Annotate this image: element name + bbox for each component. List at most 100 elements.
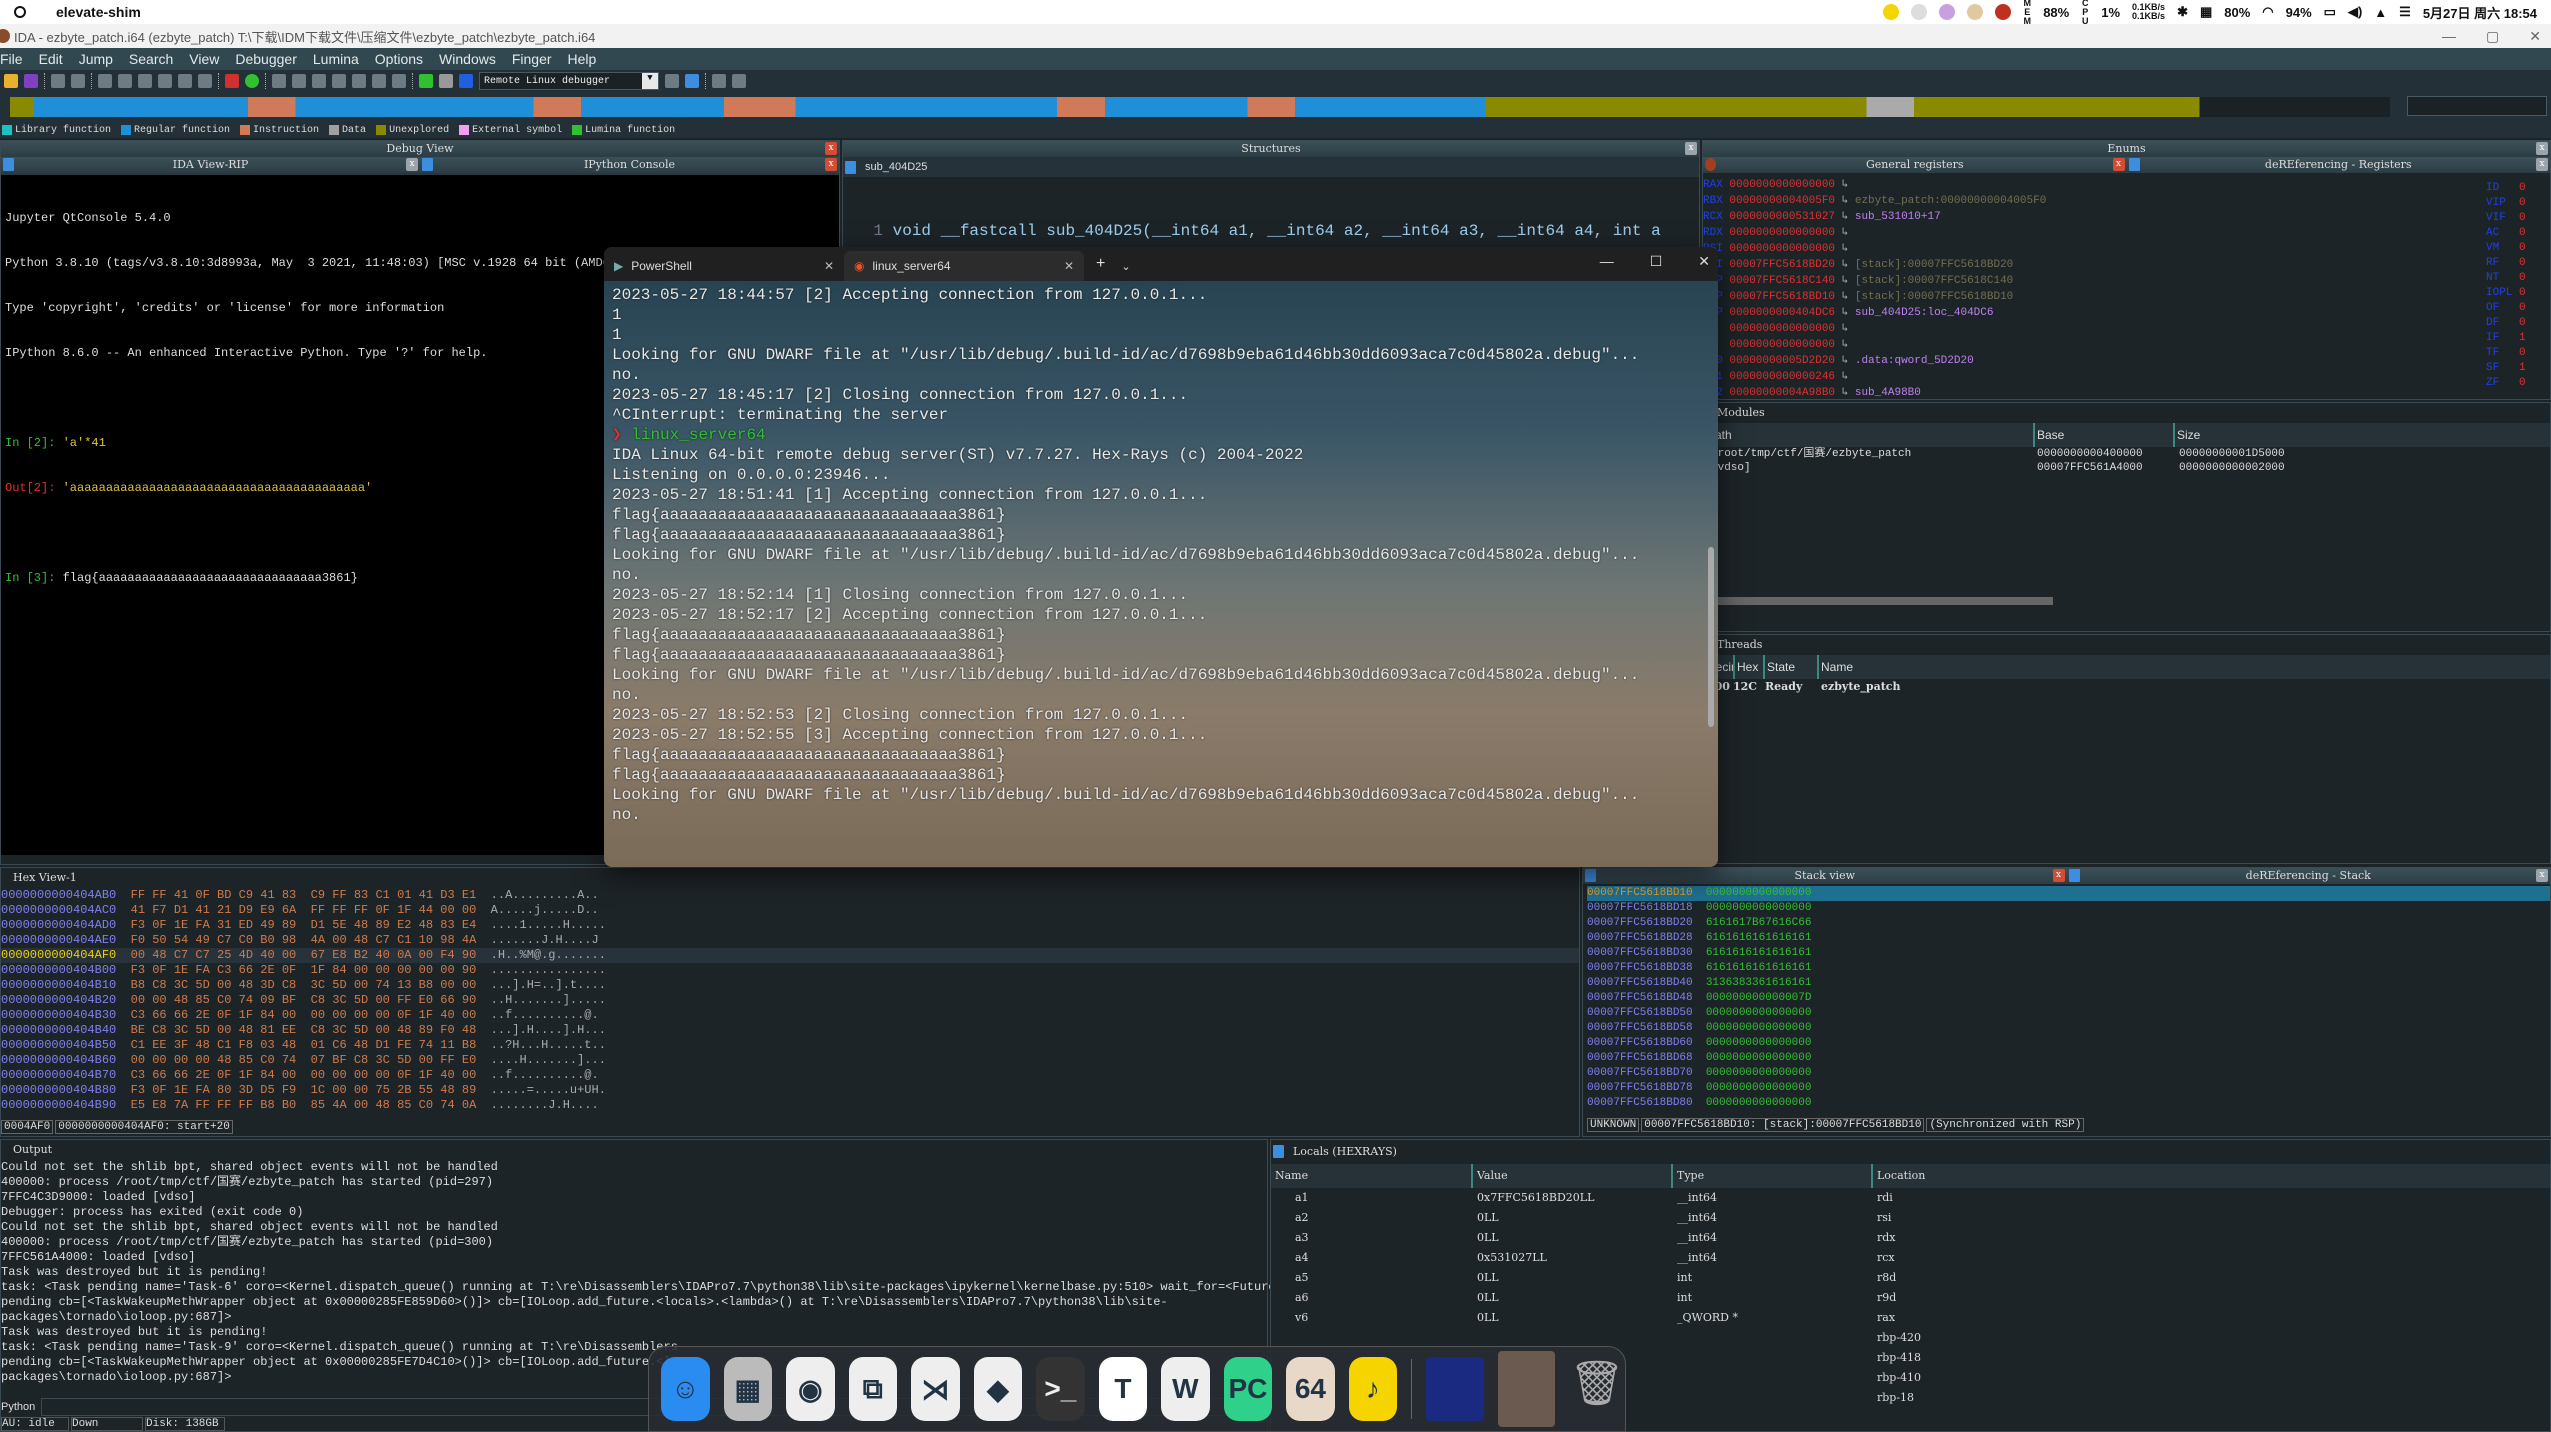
bluetooth-icon[interactable]: ✱ bbox=[2177, 4, 2188, 20]
flag-value[interactable]: 0 bbox=[2519, 347, 2526, 359]
menu-options[interactable]: Options bbox=[375, 51, 423, 67]
maximize-button[interactable]: ▢ bbox=[2486, 28, 2499, 45]
register-row[interactable]: RAX 0000000000000000 ↳ bbox=[1703, 177, 2493, 193]
close-icon[interactable]: x bbox=[2536, 869, 2548, 882]
stack-row[interactable]: 00007FFC5618BD58 0000000000000000 bbox=[1587, 1021, 2550, 1036]
stack-row[interactable]: 00007FFC5618BD30 6161616161616161 bbox=[1587, 946, 2550, 961]
flag-value[interactable]: 0 bbox=[2519, 317, 2526, 329]
input-current[interactable]: flag{aaaaaaaaaaaaaaaaaaaaaaaaaaaaaaa3861… bbox=[63, 571, 358, 585]
make-struct-icon[interactable] bbox=[332, 74, 346, 88]
hex-row[interactable]: 0000000000404AD0 F3 0F 1E FA 31 ED 49 89… bbox=[1, 918, 1579, 933]
stop-icon[interactable] bbox=[459, 74, 473, 88]
menu-finger[interactable]: Finger bbox=[512, 51, 552, 67]
tab-ipython-console[interactable]: IPython Console x bbox=[420, 157, 839, 173]
decompile-icon[interactable] bbox=[685, 74, 699, 88]
tab-ida-view-rip[interactable]: IDA View-RIP x bbox=[1, 157, 420, 173]
dock-launchpad-icon[interactable]: ▦ bbox=[723, 1357, 773, 1421]
close-icon[interactable]: x bbox=[2112, 158, 2125, 171]
column-header[interactable]: Value bbox=[1471, 1164, 1671, 1188]
close-icon[interactable]: x bbox=[825, 142, 837, 155]
make-data-icon[interactable] bbox=[292, 74, 306, 88]
table-row[interactable]: a1 0x7FFC5618BD20LL __int64 rdi bbox=[1271, 1188, 2550, 1208]
tab-stack-view[interactable]: Stack view x bbox=[1583, 868, 2067, 884]
register-row[interactable]: RBX 00000000004005F0 ↳ ezbyte_patch:0000… bbox=[1703, 193, 2493, 209]
close-button[interactable]: ✕ bbox=[2529, 28, 2541, 45]
jump-arrow-icon[interactable]: ↳ bbox=[1835, 275, 1855, 287]
register-value[interactable]: 0000000000000000 bbox=[1729, 323, 1835, 335]
stack-row[interactable]: 00007FFC5618BD50 0000000000000000 bbox=[1587, 1006, 2550, 1021]
column-header[interactable]: Type bbox=[1671, 1164, 1871, 1188]
stack-row[interactable]: 00007FFC5618BD48 000000000000007D bbox=[1587, 991, 2550, 1006]
register-value[interactable]: 00000000004A98B0 bbox=[1729, 387, 1835, 399]
jump-arrow-icon[interactable]: ↳ bbox=[1835, 387, 1855, 399]
flag-value[interactable]: 0 bbox=[2519, 197, 2526, 209]
return-icon[interactable] bbox=[178, 74, 192, 88]
make-code-icon[interactable] bbox=[272, 74, 286, 88]
dock-word-icon[interactable]: W bbox=[1161, 1357, 1210, 1421]
make-array-icon[interactable] bbox=[352, 74, 366, 88]
flag-value[interactable]: 0 bbox=[2519, 257, 2526, 269]
dock-chrome-icon[interactable]: ◉ bbox=[786, 1357, 835, 1421]
hex-row[interactable]: 0000000000404B60 00 00 00 00 48 85 C0 74… bbox=[1, 1053, 1579, 1068]
jump-arrow-icon[interactable]: ↳ bbox=[1835, 195, 1855, 207]
navigation-combo[interactable] bbox=[2407, 96, 2547, 116]
column-header[interactable]: Name bbox=[1271, 1164, 1471, 1188]
chevron-down-icon[interactable]: ⌄ bbox=[1117, 260, 1134, 281]
column-header[interactable]: Hex bbox=[1733, 655, 1763, 679]
jump-arrow-icon[interactable]: ↳ bbox=[1835, 339, 1855, 351]
stack-row[interactable]: 00007FFC5618BD10 0000000000000000 bbox=[1587, 886, 2550, 901]
column-header[interactable]: Name bbox=[1817, 655, 1853, 679]
menu-view[interactable]: View bbox=[189, 51, 219, 67]
undefine-icon[interactable] bbox=[392, 74, 406, 88]
flag-row[interactable]: DF 0 bbox=[2486, 316, 2546, 331]
register-row[interactable]: RBP 00007FFC5618C140 ↳ [stack]:00007FFC5… bbox=[1703, 273, 2493, 289]
stack-row[interactable]: 00007FFC5618BD68 0000000000000000 bbox=[1587, 1051, 2550, 1066]
register-row[interactable]: RSI 0000000000000000 ↳ bbox=[1703, 241, 2493, 257]
flag-value[interactable]: 1 bbox=[2519, 362, 2526, 374]
close-icon[interactable]: ✕ bbox=[824, 259, 834, 273]
save-icon[interactable] bbox=[24, 74, 38, 88]
jump-arrow-icon[interactable]: ↳ bbox=[1835, 179, 1855, 191]
wifi-icon[interactable]: ◠ bbox=[2262, 4, 2273, 20]
jump-arrow-icon[interactable]: ↳ bbox=[1835, 259, 1855, 271]
attach-icon[interactable] bbox=[665, 74, 679, 88]
dock-vscode-icon[interactable]: ⋊ bbox=[911, 1357, 960, 1421]
column-header[interactable]: Base bbox=[2033, 423, 2173, 447]
flag-value[interactable]: 0 bbox=[2519, 287, 2526, 299]
debugger-select[interactable]: Remote Linux debugger ▼ bbox=[479, 72, 659, 90]
navigation-bar[interactable] bbox=[10, 97, 2390, 117]
qqmusic-tray-icon[interactable] bbox=[1883, 4, 1900, 20]
volume-icon[interactable]: ◀) bbox=[2348, 4, 2362, 20]
jump-arrow-icon[interactable]: ↳ bbox=[1835, 211, 1855, 223]
table-row[interactable]: a4 0x531027LL __int64 rcx bbox=[1271, 1248, 2550, 1268]
flag-value[interactable]: 0 bbox=[2519, 182, 2526, 194]
register-row[interactable]: R10 00000000005D2D20 ↳ .data:qword_5D2D2… bbox=[1703, 353, 2493, 369]
menu-jump[interactable]: Jump bbox=[79, 51, 113, 67]
flag-row[interactable]: VIP 0 bbox=[2486, 196, 2546, 211]
jump-icon[interactable] bbox=[158, 74, 172, 88]
dock-ida64-icon[interactable]: 64 bbox=[1286, 1357, 1335, 1421]
flag-row[interactable]: IOPL 0 bbox=[2486, 286, 2546, 301]
column-header[interactable]: State bbox=[1763, 655, 1817, 679]
stack-row[interactable]: 00007FFC5618BD40 3136383361616161 bbox=[1587, 976, 2550, 991]
run-icon[interactable] bbox=[419, 74, 433, 88]
register-value[interactable]: 0000000000000000 bbox=[1729, 339, 1835, 351]
flag-value[interactable]: 0 bbox=[2519, 272, 2526, 284]
hex-row[interactable]: 0000000000404B20 00 00 48 85 C0 74 09 BF… bbox=[1, 993, 1579, 1008]
status-green-icon[interactable] bbox=[245, 74, 259, 88]
flag-row[interactable]: IF 1 bbox=[2486, 331, 2546, 346]
horizontal-scrollbar[interactable] bbox=[1713, 597, 2053, 605]
table-row[interactable]: a5 0LL int r8d bbox=[1271, 1268, 2550, 1288]
flag-row[interactable]: ID 0 bbox=[2486, 181, 2546, 196]
open-icon[interactable] bbox=[4, 74, 18, 88]
flag-value[interactable]: 0 bbox=[2519, 212, 2526, 224]
register-row[interactable]: RSP 00007FFC5618BD10 ↳ [stack]:00007FFC5… bbox=[1703, 289, 2493, 305]
close-button[interactable]: ✕ bbox=[1698, 253, 1710, 270]
table-row[interactable]: 300 12C Ready ezbyte_patch bbox=[1703, 679, 2550, 695]
close-icon[interactable]: x bbox=[825, 158, 837, 171]
dock-terminal-icon[interactable]: >_ bbox=[1036, 1357, 1085, 1421]
menu-lumina[interactable]: Lumina bbox=[313, 51, 359, 67]
register-value[interactable]: 0000000000404DC6 bbox=[1729, 307, 1835, 319]
close-icon[interactable]: ✕ bbox=[1064, 259, 1074, 273]
hex-row[interactable]: 0000000000404AC0 41 F7 D1 41 21 D9 E9 6A… bbox=[1, 903, 1579, 918]
